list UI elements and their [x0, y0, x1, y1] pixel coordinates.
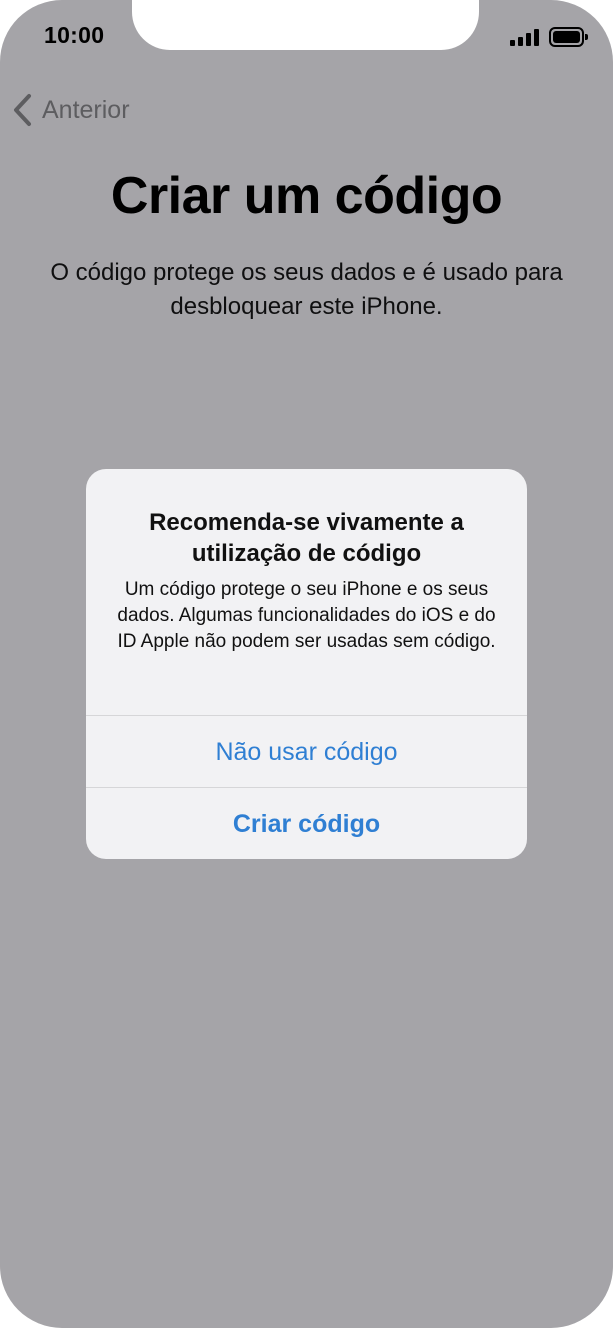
page-title: Criar um código	[110, 167, 503, 225]
back-button-label: Anterior	[42, 95, 130, 124]
status-time: 10:00	[44, 22, 105, 48]
page-subtitle: O código protege os seus dados e é usado…	[50, 259, 563, 320]
alert-message: Um código protege o seu iPhone e os seus…	[117, 579, 496, 652]
cellular-signal-icon	[510, 29, 542, 46]
back-button[interactable]: Anterior	[12, 90, 130, 130]
phone-screen: 10:00 Anterior Criar um código O código …	[0, 0, 613, 1328]
battery-icon	[549, 27, 588, 47]
passcode-alert-dialog: Recomenda-se vivamente a utilização de c…	[86, 469, 527, 859]
create-passcode-button[interactable]: Criar código	[86, 788, 527, 859]
skip-passcode-button[interactable]: Não usar código	[86, 716, 527, 788]
alert-title: Recomenda-se vivamente a utilização de c…	[149, 509, 464, 567]
device-notch	[132, 0, 479, 50]
chevron-left-icon	[14, 94, 31, 126]
